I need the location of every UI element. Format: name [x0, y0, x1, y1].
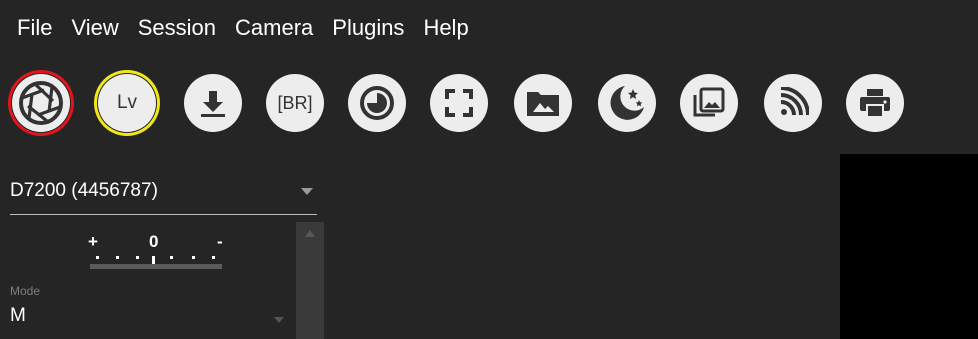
folder-image-icon [514, 74, 572, 132]
mode-label: Mode [10, 284, 41, 298]
menu-bar: File View Session Camera Plugins Help [0, 0, 978, 56]
exposure-plus: + [88, 232, 98, 251]
gallery-button[interactable] [676, 70, 742, 136]
panel-scrollbar[interactable] [296, 222, 324, 339]
aperture-icon [12, 74, 70, 132]
menu-camera[interactable]: Camera [235, 17, 313, 39]
fullscreen-icon [430, 74, 488, 132]
timer-icon [348, 74, 406, 132]
gallery-icon [680, 74, 738, 132]
fullscreen-button[interactable] [426, 70, 492, 136]
browse-button[interactable] [510, 70, 576, 136]
mode-select[interactable]: M [10, 305, 26, 327]
exposure-zero: 0 [149, 232, 159, 251]
camera-select[interactable]: D7200 (4456787) [10, 176, 317, 215]
printer-icon [846, 74, 904, 132]
chevron-down-icon [301, 188, 313, 195]
rss-icon [764, 74, 822, 132]
exposure-minus: - [217, 232, 223, 251]
mode-chevron-down-icon [274, 317, 284, 323]
menu-file[interactable]: File [17, 17, 52, 39]
astro-button[interactable] [594, 70, 660, 136]
liveview-button[interactable]: Lv [94, 70, 160, 136]
menu-view[interactable]: View [71, 17, 118, 39]
menu-help[interactable]: Help [423, 17, 468, 39]
bracketing-label: [BR] [277, 92, 313, 113]
menu-plugins[interactable]: Plugins [332, 17, 404, 39]
moon-stars-icon [598, 74, 656, 132]
exposure-ticks [90, 256, 222, 269]
timelapse-button[interactable] [344, 70, 410, 136]
print-button[interactable] [842, 70, 908, 136]
bracketing-button[interactable]: [BR] [262, 70, 328, 136]
camera-name: D7200 (4456787) [10, 180, 158, 201]
download-button[interactable] [180, 70, 246, 136]
menu-session[interactable]: Session [138, 17, 216, 39]
wifi-button[interactable] [760, 70, 826, 136]
liveview-label: Lv [116, 92, 138, 113]
scroll-up-icon[interactable] [305, 230, 315, 237]
exposure-scale: + 0 - [88, 232, 238, 276]
liveview-preview [840, 154, 978, 339]
capture-button[interactable] [8, 70, 74, 136]
download-icon [184, 74, 242, 132]
